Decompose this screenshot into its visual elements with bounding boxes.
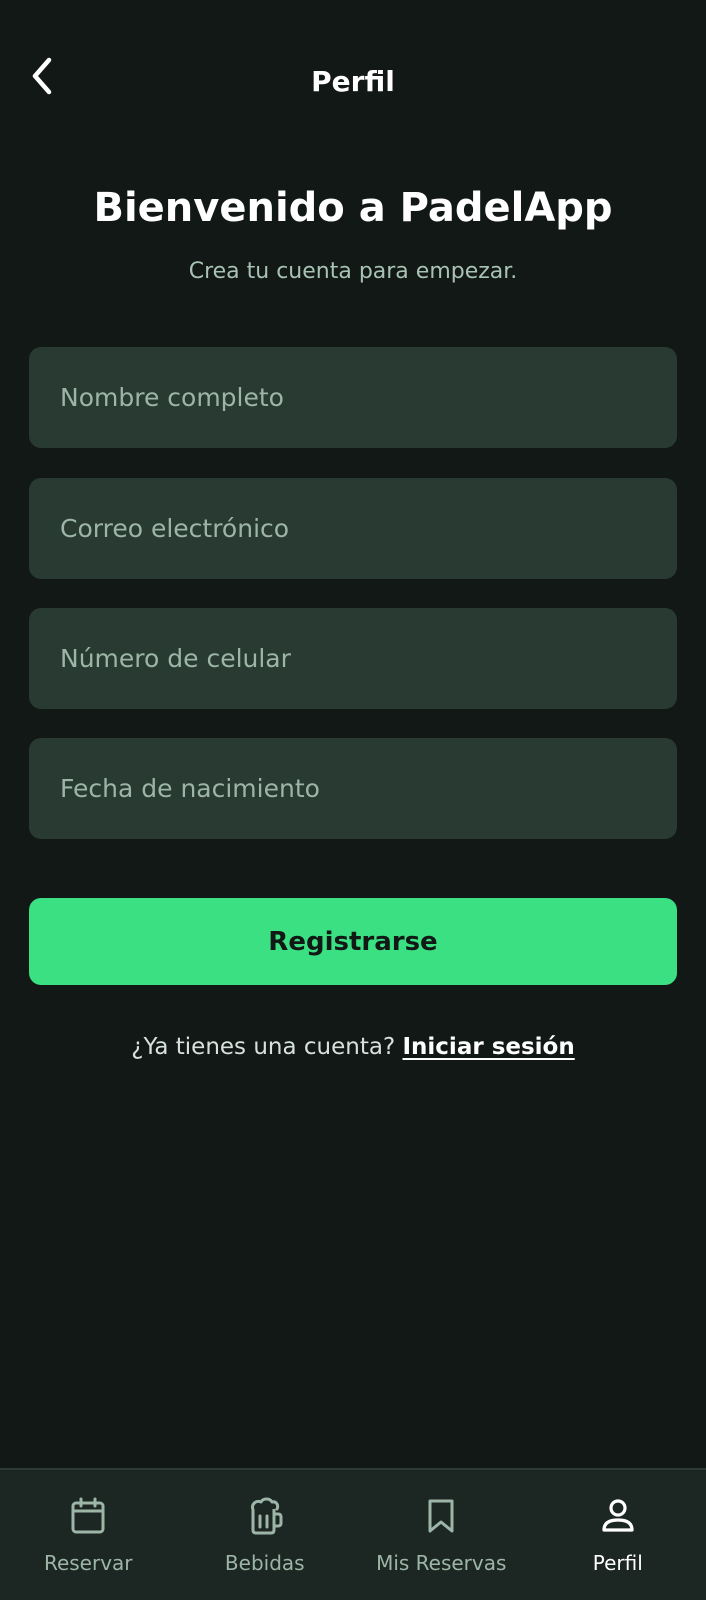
login-prompt-text: ¿Ya tienes una cuenta? — [131, 1034, 396, 1060]
nav-item-perfil[interactable]: Perfil — [530, 1470, 706, 1600]
login-link[interactable]: Iniciar sesión — [402, 1034, 574, 1060]
register-screen: Perfil Bienvenido a PadelApp Crea tu cue… — [0, 0, 706, 1600]
full-name-input[interactable] — [29, 347, 677, 448]
login-prompt: ¿Ya tienes una cuenta? Iniciar sesión — [0, 1030, 706, 1064]
birth-date-input[interactable] — [29, 738, 677, 839]
phone-input[interactable] — [29, 608, 677, 709]
beer-mug-icon — [245, 1496, 285, 1536]
nav-item-mis-reservas[interactable]: Mis Reservas — [353, 1470, 530, 1600]
bottom-nav: Reservar Bebidas Mis Reservas Perfil — [0, 1468, 706, 1600]
bookmark-icon — [421, 1496, 461, 1536]
email-input[interactable] — [29, 478, 677, 579]
nav-label-reservar: Reservar — [43, 1551, 133, 1575]
nav-item-reservar[interactable]: Reservar — [0, 1470, 177, 1600]
nav-label-mis-reservas: Mis Reservas — [376, 1551, 507, 1575]
page-title: Perfil — [311, 65, 395, 98]
nav-item-bebidas[interactable]: Bebidas — [177, 1470, 354, 1600]
welcome-subtitle: Crea tu cuenta para empezar. — [188, 259, 518, 284]
nav-label-bebidas: Bebidas — [224, 1551, 305, 1575]
person-icon — [598, 1496, 638, 1536]
register-button[interactable]: Registrarse — [29, 898, 677, 985]
nav-label-perfil: Perfil — [592, 1551, 643, 1575]
welcome-title: Bienvenido a PadelApp — [93, 185, 613, 231]
calendar-icon — [68, 1496, 108, 1536]
app-header: Perfil — [0, 0, 706, 164]
